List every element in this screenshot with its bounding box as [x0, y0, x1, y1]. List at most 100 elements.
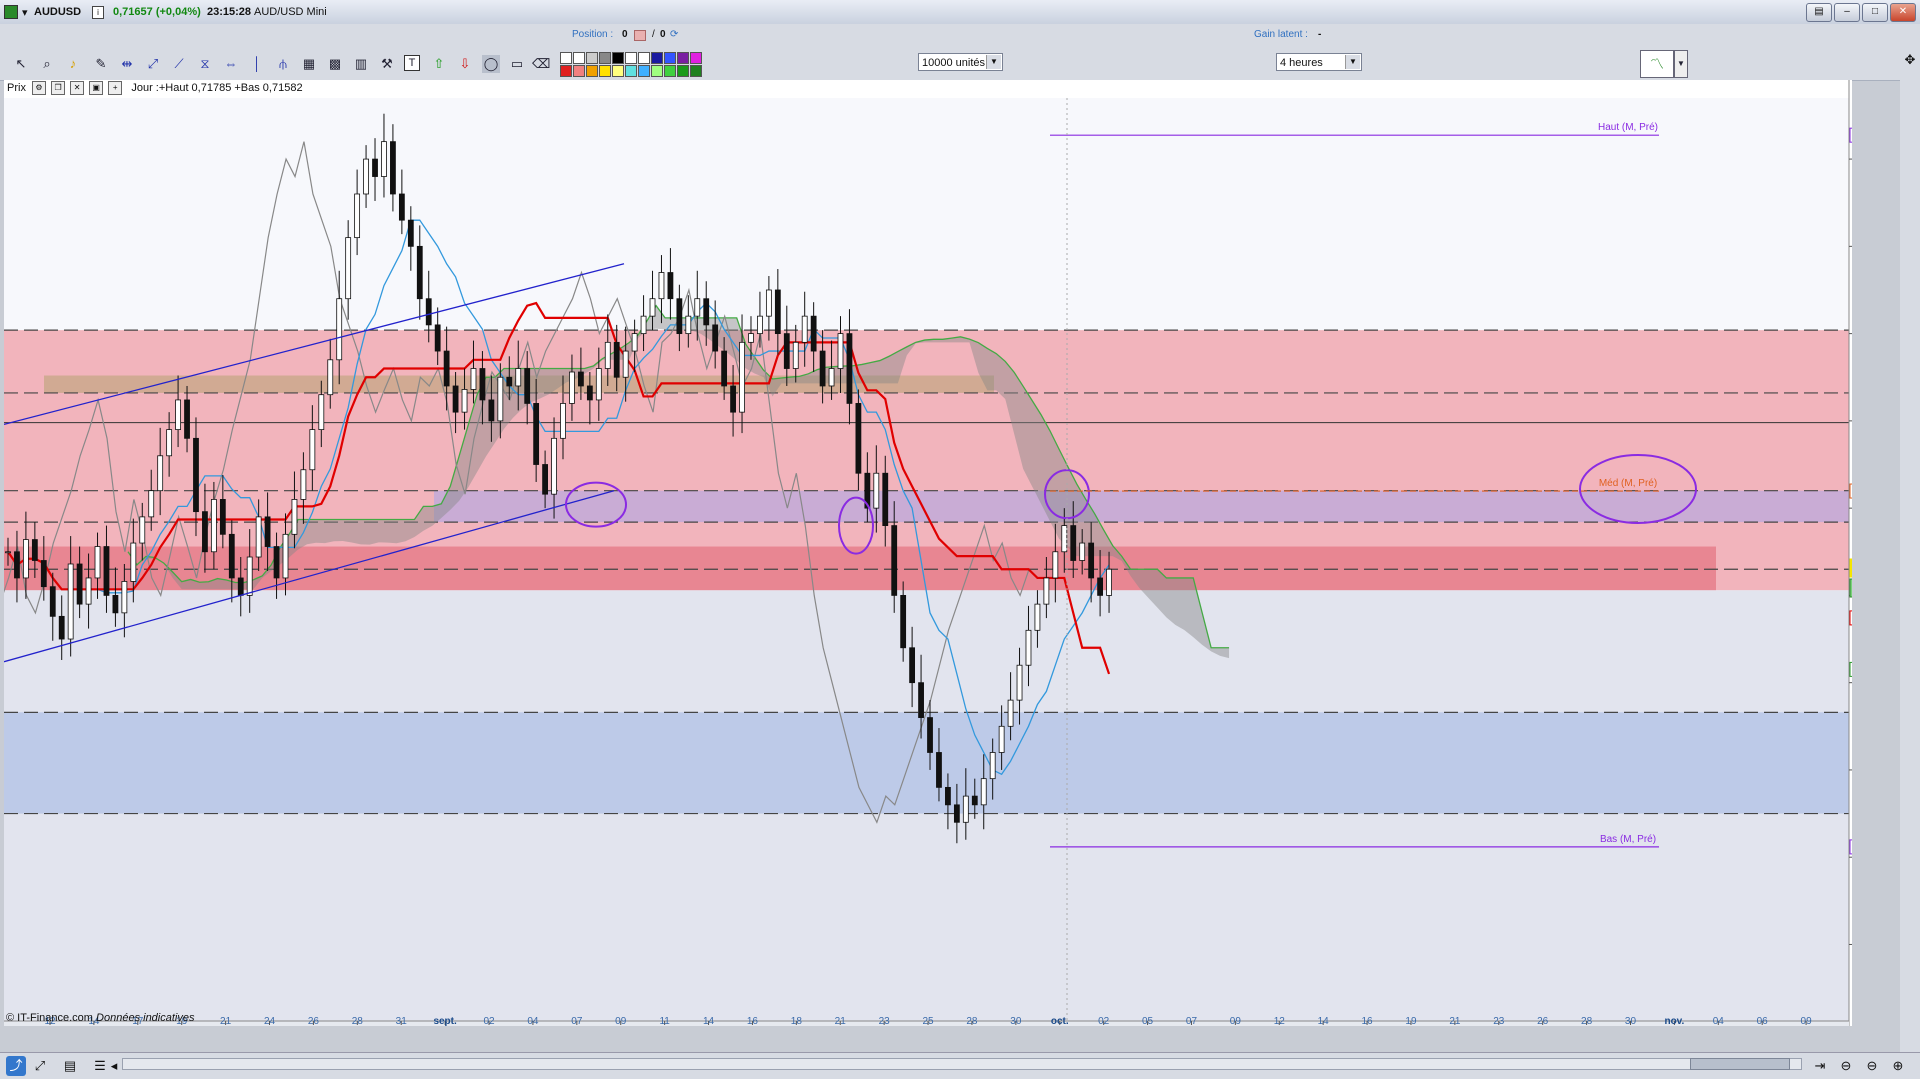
symbol-menu-icon[interactable]: ▾ [22, 6, 28, 19]
layout-icon[interactable]: ▤ [1806, 3, 1832, 22]
share-icon[interactable]: ⤴ [6, 1056, 26, 1076]
delete-icon[interactable]: ✕ [70, 81, 85, 96]
candle-body [112, 595, 119, 614]
color-grey-swatch[interactable] [586, 52, 598, 64]
candle-body [837, 333, 844, 369]
candle-body [855, 403, 862, 474]
image-icon[interactable]: ▣ [89, 81, 104, 96]
color-yellow-swatch[interactable] [599, 65, 611, 77]
color-red-swatch[interactable] [560, 65, 572, 77]
price-panel-label: Prix [7, 82, 26, 94]
fibonacci-icon[interactable]: ▦ [300, 55, 318, 73]
color-lightgreen-swatch[interactable] [651, 65, 663, 77]
autoscroll-icon[interactable]: ⇥ [1810, 1056, 1830, 1076]
clear-drawings-icon[interactable]: ⌫ [532, 55, 550, 73]
rectangle-tool-icon[interactable]: ▭ [508, 55, 526, 73]
price-chart[interactable]: Haut (M, Pré)Méd (M, Pré)Bas (M, Pré)0,6… [4, 80, 1852, 1026]
countdown-badge [1849, 578, 1852, 598]
color-orange-swatch[interactable] [586, 65, 598, 77]
horizontal-line-icon[interactable]: ⇹ [118, 55, 136, 73]
text-tool-icon[interactable]: T [404, 55, 420, 71]
color-white3-swatch[interactable] [625, 52, 637, 64]
symbol-label[interactable]: AUDUSD [34, 6, 81, 18]
candle-body [757, 315, 763, 335]
x-tick-label: 04 [1713, 1016, 1725, 1026]
chevron-down-icon[interactable]: ▼ [1345, 55, 1360, 69]
minimize-button[interactable]: – [1834, 3, 1860, 22]
chart-panel[interactable]: Haut (M, Pré)Méd (M, Pré)Bas (M, Pré)0,6… [4, 80, 1852, 1026]
buy-arrow-icon[interactable]: ⇧ [430, 55, 448, 73]
refresh-icon[interactable]: ⟳ [670, 29, 678, 40]
zoom-tool-icon[interactable]: ⌕ [38, 55, 56, 73]
scroll-up-icon[interactable]: ✥ [1900, 50, 1920, 70]
copy-icon[interactable]: ❐ [51, 81, 66, 96]
color-pink-swatch[interactable] [573, 65, 585, 77]
channel-icon[interactable]: ⧖ [196, 55, 214, 73]
zoom-reset-icon[interactable]: ⊖ [1836, 1056, 1856, 1076]
candle-body [300, 469, 307, 500]
indicator-chart-icon[interactable]: 〽 [1640, 50, 1674, 78]
right-tool-strip: ✥ [1900, 46, 1920, 1052]
expand-icon[interactable]: ⤢ [30, 1056, 50, 1076]
color-skyblue-swatch[interactable] [638, 65, 650, 77]
vertical-line-icon[interactable]: │ [248, 55, 266, 73]
instrument-label: AUD/USD Mini [254, 6, 327, 18]
color-white-swatch[interactable] [560, 52, 572, 64]
close-button[interactable]: ✕ [1890, 3, 1916, 22]
pencil-tool-icon[interactable]: ✎ [92, 55, 110, 73]
candle-body [613, 341, 620, 378]
price-badge-2 [1849, 558, 1852, 578]
candle-body [533, 403, 540, 465]
add-indicator-icon[interactable]: + [108, 81, 123, 96]
color-magenta-swatch[interactable] [690, 52, 702, 64]
color-darkgreen-swatch[interactable] [677, 65, 689, 77]
scroll-left-icon[interactable]: ◂ [104, 1056, 124, 1076]
color-navy-swatch[interactable] [651, 52, 663, 64]
units-select[interactable]: 10000 unités ▼ [918, 53, 1003, 71]
info-icon[interactable]: i [92, 6, 104, 19]
scrollbar-thumb[interactable] [1690, 1058, 1790, 1070]
color-lightyellow-swatch[interactable] [612, 65, 624, 77]
gann-icon[interactable]: ▩ [326, 55, 344, 73]
maximize-button[interactable]: □ [1862, 3, 1888, 22]
horizontal-scrollbar[interactable] [122, 1058, 1802, 1070]
color-forest-swatch[interactable] [690, 65, 702, 77]
color-purple-swatch[interactable] [677, 52, 689, 64]
x-tick-label: 31 [396, 1016, 408, 1026]
cursor-tool-icon[interactable]: ↖ [12, 55, 30, 73]
candle-body [228, 533, 235, 579]
color-cyan-swatch[interactable] [625, 65, 637, 77]
chevron-down-icon[interactable]: ▼ [986, 55, 1001, 69]
color-blue-swatch[interactable] [664, 52, 676, 64]
settings-icon[interactable]: ⚙ [32, 81, 47, 96]
alert-bell-icon[interactable]: ♪ [64, 55, 82, 73]
pitchfork-icon[interactable]: ⫛ [274, 55, 292, 73]
ray-icon[interactable]: ⟋ [170, 55, 188, 73]
order-ticket-icon[interactable]: ▤ [60, 1056, 80, 1076]
color-darkgrey-swatch[interactable] [599, 52, 611, 64]
zoom-in-icon[interactable]: ⊕ [1888, 1056, 1908, 1076]
color-white4-swatch[interactable] [638, 52, 650, 64]
chevron-down-icon[interactable]: ▼ [1674, 50, 1688, 78]
close-position-icon[interactable] [634, 30, 646, 41]
candle-body [157, 455, 164, 492]
candle-body [658, 272, 665, 300]
candle-body [936, 752, 942, 788]
sell-arrow-icon[interactable]: ⇩ [456, 55, 474, 73]
color-green-swatch[interactable] [664, 65, 676, 77]
color-black-swatch[interactable] [612, 52, 624, 64]
candle-body [139, 516, 146, 544]
measure-icon[interactable]: ⇔ [222, 55, 240, 73]
candle-body [354, 193, 361, 239]
drawing-toolbar: ↖ ⌕ ♪ ✎ ⇹ ⤢ ⟋ ⧖ ⇔ │ ⫛ ▦ ▩ ▥ ⚒ T ⇧ ⇩ ◯ ▭ … [0, 46, 1900, 81]
tools-icon[interactable]: ⚒ [378, 55, 396, 73]
grid-tool-icon[interactable]: ▥ [352, 55, 370, 73]
zoom-out-icon[interactable]: ⊖ [1862, 1056, 1882, 1076]
ellipse-tool-icon[interactable]: ◯ [482, 55, 500, 73]
candle-body [927, 717, 933, 753]
color-white2-swatch[interactable] [573, 52, 585, 64]
period-select[interactable]: 4 heures ▼ [1276, 53, 1362, 71]
candle-body [443, 350, 450, 387]
candle-body [425, 298, 432, 326]
trendline-icon[interactable]: ⤢ [144, 55, 162, 73]
